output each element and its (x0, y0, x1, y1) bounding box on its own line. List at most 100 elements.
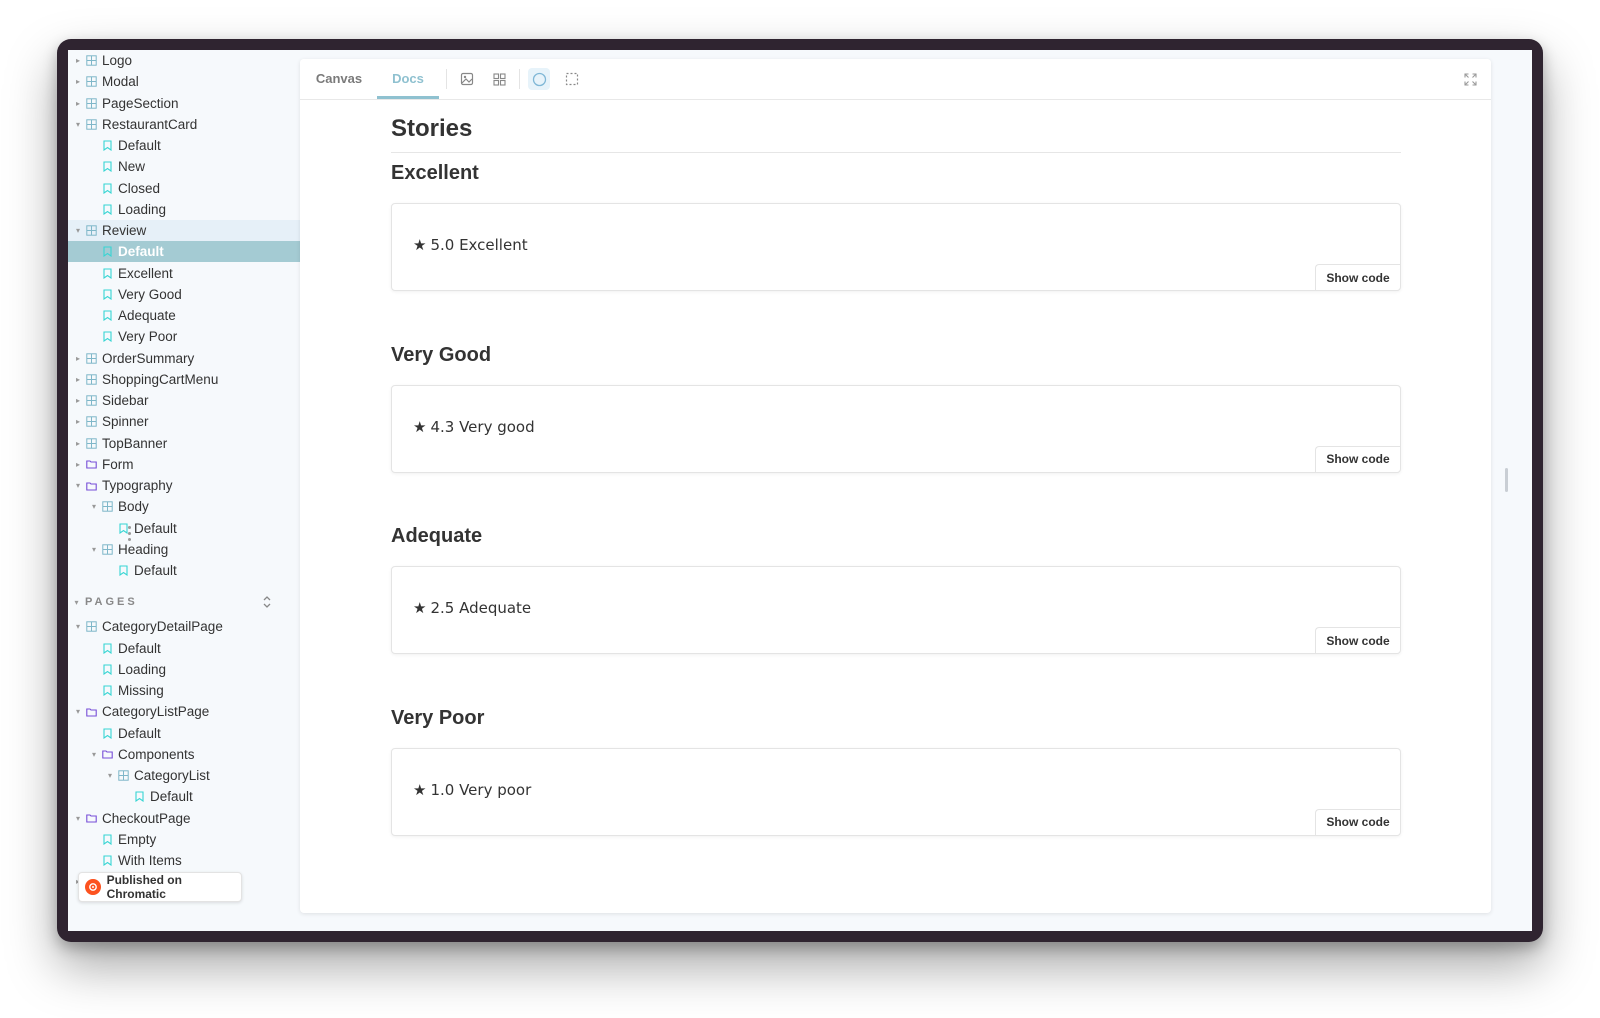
circle-icon[interactable] (528, 68, 550, 90)
sidebar-item-new[interactable]: New (68, 156, 305, 177)
measure-icon[interactable] (561, 68, 583, 90)
sidebar-item-modal[interactable]: ▸ Modal (68, 71, 305, 92)
sidebar-item-review[interactable]: ▾ Review (68, 220, 305, 241)
sidebar-item-label: Very Good (118, 286, 182, 302)
sidebar-item-shoppingcartmenu[interactable]: ▸ ShoppingCartMenu (68, 369, 305, 390)
toolbar: Canvas Docs (300, 59, 1491, 100)
sidebar-item-default[interactable]: Default (68, 638, 305, 659)
expand-collapse-icon[interactable] (262, 595, 272, 612)
bookmark-icon (99, 664, 115, 675)
story-title: Very Good (391, 343, 492, 366)
folder-icon (83, 813, 99, 823)
grid-icon[interactable] (488, 68, 510, 90)
show-code-button[interactable]: Show code (1315, 445, 1400, 472)
chevron-down-icon: ▾ (91, 502, 96, 512)
chevron-right-icon: ▸ (75, 353, 80, 363)
sidebar-item-spinner[interactable]: ▸ Spinner (68, 411, 305, 432)
sidebar-item-components[interactable]: ▾ Components (68, 744, 305, 765)
sidebar-item-label: Loading (118, 201, 167, 217)
sidebar-item-label: Default (118, 640, 161, 656)
chevron-down-icon: ▾ (75, 119, 80, 129)
sidebar-item-categorylistpage[interactable]: ▾ CategoryListPage (68, 701, 305, 722)
story-title: Very Poor (391, 706, 485, 729)
sidebar-item-label: Empty (118, 831, 157, 847)
sidebar-item-ordersummary[interactable]: ▸ OrderSummary (68, 348, 305, 369)
bookmark-icon (99, 289, 115, 300)
sidebar-item-heading[interactable]: ▾ Heading (68, 539, 305, 560)
sidebar-item-label: TopBanner (102, 435, 168, 451)
component-icon (83, 395, 99, 406)
chevron-right-icon: ▸ (75, 438, 80, 448)
sidebar-item-label: Components (118, 746, 195, 762)
show-code-button[interactable]: Show code (1315, 627, 1400, 653)
bookmark-icon (99, 267, 115, 279)
sidebar-item-loading[interactable]: Loading (68, 659, 305, 680)
component-icon (99, 544, 115, 555)
sidebar-item-adequate[interactable]: Adequate (68, 305, 305, 326)
tab-canvas[interactable]: Canvas (308, 59, 370, 99)
sidebar-item-label: Spinner (102, 414, 149, 430)
sidebar-item-label: Loading (118, 661, 167, 677)
component-icon (83, 55, 99, 66)
sidebar-item-label: Logo (102, 53, 133, 68)
sidebar-item-default[interactable]: Default (68, 241, 305, 263)
chevron-down-icon: ▾ (91, 544, 96, 554)
story-preview: ★ 5.0 Excellent Show code (391, 203, 1401, 291)
sidebar-item-label: Heading (118, 541, 169, 557)
show-code-button[interactable]: Show code (1315, 264, 1400, 290)
sidebar-item-body[interactable]: ▾ Body (68, 496, 305, 517)
bookmark-icon (99, 204, 115, 215)
star-icon: ★ (413, 236, 427, 254)
sidebar-item-typography[interactable]: ▾ Typography (68, 475, 305, 496)
sidebar-item-label: Default (150, 789, 193, 805)
sidebar-item-label: Sidebar (102, 393, 149, 408)
sidebar-item-label: New (118, 159, 146, 175)
chevron-right-icon: ▸ (75, 56, 80, 65)
sidebar-item-very-poor[interactable]: Very Poor (68, 326, 305, 347)
sidebar-item-label: Excellent (118, 265, 173, 281)
sidebar-item-default[interactable]: Default (68, 135, 305, 156)
sidebar-item-categorylist[interactable]: ▾ CategoryList (68, 765, 305, 786)
story-preview: ★ 1.0 Very poor Show code (391, 747, 1401, 836)
sidebar-item-categorydetailpage[interactable]: ▾ CategoryDetailPage (68, 616, 305, 637)
sidebar-resize-grip[interactable] (128, 526, 131, 544)
component-icon (83, 97, 99, 109)
component-icon (83, 225, 99, 236)
image-icon[interactable] (456, 68, 478, 90)
toolbar-divider (519, 69, 520, 89)
panel-resize-handle[interactable] (1505, 468, 1508, 492)
sidebar-item-pagesection[interactable]: ▸ PageSection (68, 93, 305, 114)
sidebar-item-default[interactable]: Default (68, 560, 305, 581)
star-icon: ★ (413, 780, 427, 799)
sidebar-item-very-good[interactable]: Very Good (68, 284, 305, 305)
sidebar-item-topbanner[interactable]: ▸ TopBanner (68, 433, 305, 454)
sidebar-item-empty[interactable]: Empty (68, 829, 305, 850)
sidebar-item-label: RestaurantCard (102, 116, 198, 132)
tab-docs[interactable]: Docs (377, 59, 439, 99)
sidebar-item-missing[interactable]: Missing (68, 680, 305, 701)
sidebar-item-default[interactable]: Default (68, 786, 305, 807)
sidebar-item-restaurantcard[interactable]: ▾ RestaurantCard (68, 114, 305, 135)
sidebar-item-closed[interactable]: Closed (68, 178, 305, 199)
chromatic-logo-icon (85, 879, 101, 895)
sidebar-item-with-items[interactable]: With Items (68, 850, 305, 871)
fullscreen-icon[interactable] (1459, 68, 1481, 90)
sidebar-item-form[interactable]: ▸ Form (68, 454, 305, 475)
sidebar-item-label: Very Poor (118, 329, 178, 345)
rating-display: ★ 5.0 Excellent (413, 236, 528, 254)
sidebar-item-default[interactable]: Default (68, 518, 305, 539)
chevron-down-icon: ▾ (75, 481, 80, 490)
published-on-chromatic-badge[interactable]: Published on Chromatic (78, 872, 242, 902)
show-code-button[interactable]: Show code (1315, 808, 1400, 835)
sidebar-item-logo[interactable]: ▸ Logo (68, 50, 305, 71)
sidebar-item-default[interactable]: Default (68, 723, 305, 744)
rating-display: ★ 4.3 Very good (413, 418, 535, 436)
sidebar-item-loading[interactable]: Loading (68, 199, 305, 220)
chevron-down-icon: ▾ (74, 597, 82, 607)
sidebar-item-label: CategoryListPage (102, 704, 210, 720)
pages-section-header[interactable]: ▾ PAGES (68, 592, 305, 612)
sidebar-item-excellent[interactable]: Excellent (68, 263, 305, 284)
sidebar-item-sidebar[interactable]: ▸ Sidebar (68, 390, 305, 411)
sidebar-item-checkoutpage[interactable]: ▾ CheckoutPage (68, 808, 305, 829)
chevron-right-icon: ▸ (75, 374, 80, 384)
